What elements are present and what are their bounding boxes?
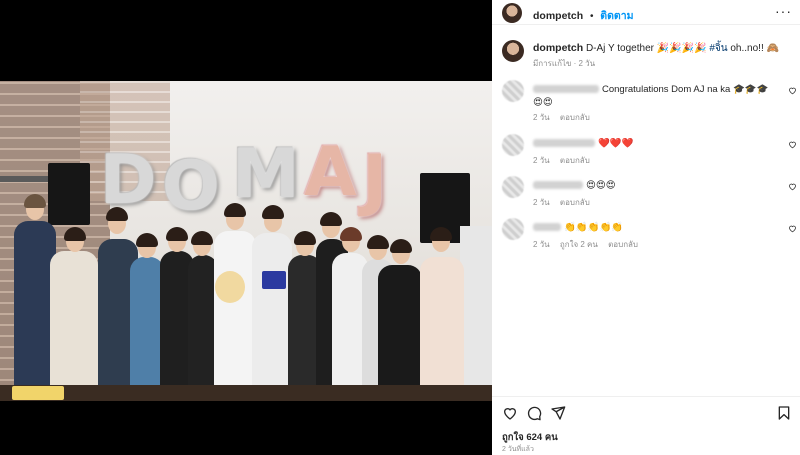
- air-conditioner: [460, 226, 492, 401]
- avatar[interactable]: [502, 3, 522, 23]
- post-date: 2 วันที่แล้ว: [502, 446, 534, 453]
- comment-text: ❤️❤️❤️: [598, 138, 634, 149]
- yellow-box: [12, 386, 64, 400]
- send-icon[interactable]: [550, 405, 566, 421]
- comment-text: 👏👏👏👏👏: [564, 222, 624, 233]
- commenter-username-blurred[interactable]: [533, 181, 583, 190]
- small-heart-icon[interactable]: [788, 140, 797, 151]
- caption-text: D-Aj Y together 🎉🎉🎉🎉: [585, 43, 707, 54]
- commenter-username-blurred[interactable]: [533, 139, 595, 148]
- separator-dot: •: [589, 11, 594, 22]
- bookmark-icon[interactable]: [776, 405, 792, 421]
- heart-icon[interactable]: [502, 405, 518, 421]
- comment-item: ❤️❤️❤️ 2 วัน ตอบกลับ: [502, 134, 797, 165]
- speaker-left: [48, 163, 90, 225]
- commenter-avatar[interactable]: [502, 176, 524, 198]
- comment-item: 👏👏👏👏👏 2 วัน ถูกใจ 2 คน ตอบกลับ: [502, 218, 797, 249]
- reply-button[interactable]: ตอบกลับ: [560, 113, 590, 122]
- floor: [0, 385, 492, 401]
- likes-count[interactable]: ถูกใจ 624 คน: [502, 430, 558, 445]
- reply-button[interactable]: ตอบกลับ: [560, 198, 590, 207]
- caption-username[interactable]: dompetch: [533, 42, 583, 54]
- comment-age: 2 วัน: [533, 113, 550, 122]
- small-heart-icon[interactable]: [788, 86, 797, 97]
- follow-button[interactable]: ติดตาม: [600, 10, 633, 22]
- comment-age: 2 วัน: [533, 198, 550, 207]
- commenter-avatar[interactable]: [502, 218, 524, 240]
- comment-likes[interactable]: ถูกใจ 2 คน: [560, 240, 598, 249]
- reply-button[interactable]: ตอบกลับ: [608, 240, 638, 249]
- more-options-icon[interactable]: ···: [775, 3, 792, 19]
- comment-item: Congratulations Dom AJ na ka 🎓🎓🎓😍😍 2 วัน…: [502, 80, 797, 122]
- balloon-letter: J: [362, 141, 387, 220]
- commenter-username-blurred[interactable]: [533, 223, 561, 232]
- post-header: dompetch • ติดตาม ···: [492, 0, 800, 25]
- comment-age: 2 วัน: [533, 240, 550, 249]
- hashtag-link[interactable]: #จิ้น: [709, 43, 727, 54]
- caption-avatar[interactable]: [502, 40, 524, 62]
- comment-item: 😍😍😍 2 วัน ตอบกลับ: [502, 176, 797, 207]
- post-details-panel: dompetch • ติดตาม ··· dompetch D-Aj Y to…: [492, 0, 800, 455]
- commenter-avatar[interactable]: [502, 80, 524, 102]
- small-heart-icon[interactable]: [788, 224, 797, 235]
- post-actions: ถูกใจ 624 คน 2 วันที่แล้ว: [492, 396, 800, 455]
- post-media[interactable]: D O M A J: [0, 0, 492, 455]
- comment-text: 😍😍😍: [586, 180, 616, 191]
- balloon-letter: D: [100, 141, 156, 220]
- post-photo: D O M A J: [0, 81, 492, 401]
- commenter-avatar[interactable]: [502, 134, 524, 156]
- comment-age: 2 วัน: [533, 156, 550, 165]
- comment-icon[interactable]: [526, 405, 542, 421]
- commenter-username-blurred[interactable]: [533, 85, 599, 94]
- reply-button[interactable]: ตอบกลับ: [560, 156, 590, 165]
- flower-bouquet: [215, 271, 245, 303]
- caption-meta: มีการแก้ไข · 2 วัน: [533, 59, 596, 68]
- header-username[interactable]: dompetch: [533, 10, 583, 22]
- balloon-letter: O: [162, 147, 220, 226]
- caption-text-after: oh..no!! 🙈: [730, 43, 779, 54]
- balloon-letter: M: [232, 135, 300, 214]
- balloon-letter: A: [304, 133, 357, 212]
- gift-box: [262, 271, 286, 289]
- small-heart-icon[interactable]: [788, 182, 797, 193]
